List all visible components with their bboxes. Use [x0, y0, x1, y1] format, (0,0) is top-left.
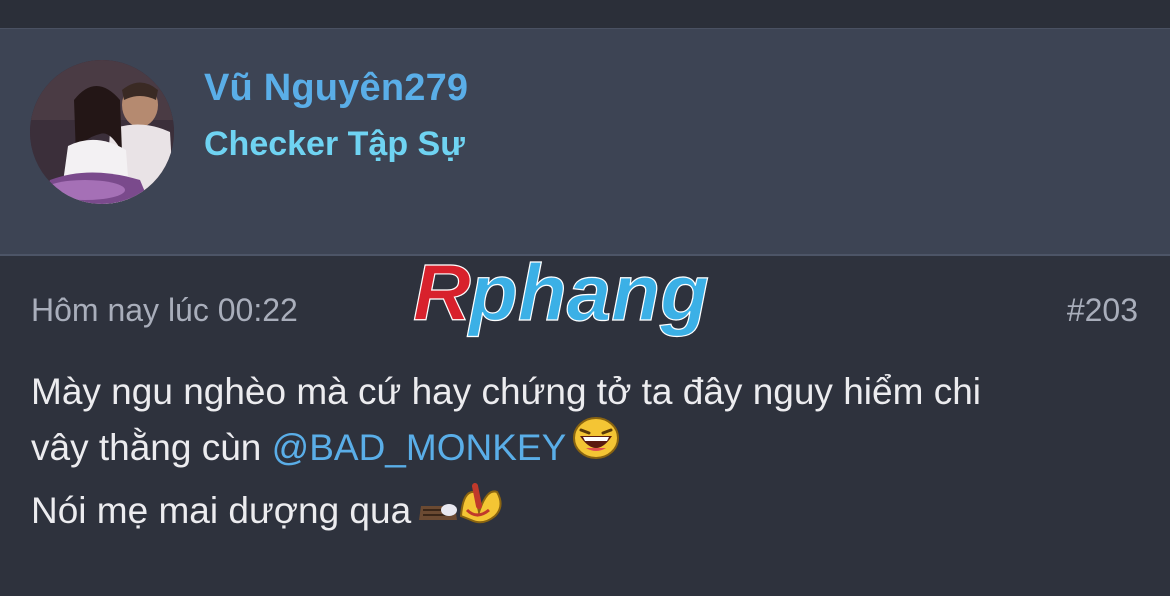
- user-title: Checker Tập Sự: [204, 125, 465, 163]
- top-bar: [0, 0, 1170, 28]
- watermark-letters: phang: [467, 256, 709, 337]
- username-link[interactable]: Vũ Nguyên279: [204, 67, 468, 110]
- avatar-photo-icon: [30, 60, 174, 204]
- user-avatar[interactable]: [30, 60, 174, 204]
- post-number-link[interactable]: #203: [1067, 292, 1138, 329]
- post-message: Mày ngu nghèo mà cứ hay chứng tở ta đây …: [31, 364, 1141, 546]
- user-info-card: Vũ Nguyên279 Checker Tập Sự: [0, 28, 1170, 255]
- smash-emoji-icon: [417, 476, 503, 542]
- message-line-3: Nói mẹ mai dượng qua: [31, 480, 1141, 546]
- message-line-3-text: Nói mẹ mai dượng qua: [31, 490, 412, 531]
- watermark-letter-r: R: [413, 256, 471, 337]
- laughing-emoji-icon: [572, 416, 620, 476]
- watermark-logo: R phang: [405, 247, 765, 346]
- post-body: Hôm nay lúc 00:22 R phang #203 Mày ngu n…: [0, 247, 1170, 596]
- message-line-2: vây thằng cùn @BAD_MONKEY: [31, 417, 1141, 480]
- user-mention-link[interactable]: @BAD_MONKEY: [272, 427, 567, 468]
- post-timestamp[interactable]: Hôm nay lúc 00:22: [31, 292, 298, 329]
- message-line-2-text: vây thằng cùn: [31, 427, 272, 468]
- message-line-1: Mày ngu nghèo mà cứ hay chứng tở ta đây …: [31, 371, 981, 412]
